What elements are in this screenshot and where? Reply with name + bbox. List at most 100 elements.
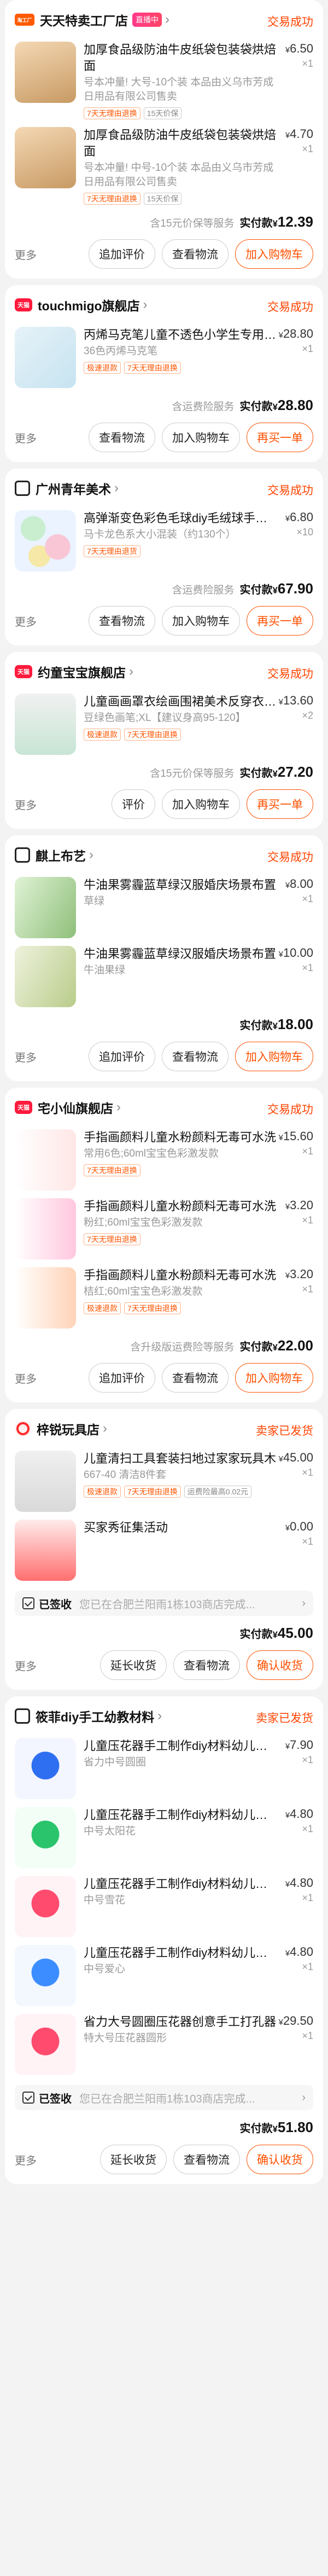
action-button[interactable]: 查看物流	[162, 1363, 229, 1393]
paid-amount: ¥28.80	[272, 397, 313, 414]
action-button[interactable]: 确认收货	[247, 2145, 313, 2174]
order-item[interactable]: 儿童画画罩衣绘画围裙美术反穿衣幼儿 豆绿色画笔;XL【建议身高95-120】 极速退…	[15, 694, 313, 755]
order-item[interactable]: 省力大号圆圈压花器创意手工打孔器 特大号压花器圆形 ¥29.50 ×1	[15, 2014, 313, 2075]
shop-header[interactable]: 天猫 宅小仙旗舰店 › 交易成功	[15, 1093, 313, 1122]
more-button[interactable]: 更多	[15, 796, 37, 812]
item-sku: 号本冲量! 中号-10个装 本品由义乌市芳成日用品有限公司售卖	[84, 162, 274, 188]
action-button[interactable]: 再买一单	[247, 789, 313, 819]
chevron-right-icon: ›	[114, 481, 119, 495]
product-image[interactable]	[15, 1807, 76, 1868]
order-item[interactable]: 加厚食品级防油牛皮纸袋包装袋烘焙面 号本冲量! 大号-10个装 本品由义乌市芳成日…	[15, 42, 313, 119]
order-item[interactable]: 买家秀征集活动 ¥0.00 ×1	[15, 1520, 313, 1581]
more-button[interactable]: 更多	[15, 430, 37, 446]
action-button[interactable]: 追加评价	[89, 1363, 155, 1393]
currency-symbol: ¥	[278, 2018, 283, 2027]
product-image[interactable]	[15, 1451, 76, 1512]
shop-header[interactable]: 淘工厂 天天特卖工厂店 直播中 › 交易成功	[15, 5, 313, 34]
product-image[interactable]	[15, 327, 76, 388]
item-sku: 省力中号圆圈	[84, 1757, 147, 1768]
order-item[interactable]: 丙烯马克笔儿童不透色小学生专用画画 36色丙烯马克笔 极速退款 7天无理由退换 ¥28.…	[15, 327, 313, 388]
shop-header[interactable]: 天猫 touchmigo旗舰店 › 交易成功	[15, 291, 313, 319]
action-button[interactable]: 确认收货	[247, 1650, 313, 1680]
more-button[interactable]: 更多	[15, 1370, 37, 1386]
product-image[interactable]	[15, 42, 76, 103]
action-button[interactable]: 加入购物车	[162, 606, 240, 636]
product-image[interactable]	[15, 1945, 76, 2006]
order-item[interactable]: 手指画颜料儿童水粉颜料无毒可水洗 常用6色;60ml宝宝色彩激发款 7天无理由退换 ¥…	[15, 1129, 313, 1191]
action-button[interactable]: 查看物流	[173, 2145, 240, 2174]
shop-header[interactable]: 广州青年美术 › 交易成功	[15, 474, 313, 503]
item-title: 丙烯马克笔儿童不透色小学生专用画画	[84, 328, 279, 342]
order-item[interactable]: 手指画颜料儿童水粉颜料无毒可水洗 粉红;60ml宝宝色彩激发款 7天无理由退换 ¥3.…	[15, 1198, 313, 1260]
product-image[interactable]	[15, 877, 76, 938]
delivery-status-bar[interactable]: 已签收 您已在合肥兰阳雨1栋103商店完成... ›	[15, 2085, 313, 2110]
action-button[interactable]: 加入购物车	[235, 1042, 313, 1071]
item-quantity: ×1	[302, 1823, 313, 1834]
more-button[interactable]: 更多	[15, 613, 37, 629]
order-item[interactable]: 手指画颜料儿童水粉颜料无毒可水洗 桔红;60ml宝宝色彩激发款 极速退款 7天无理由退…	[15, 1267, 313, 1329]
order-item[interactable]: 牛油果雾霾蓝草绿汉服婚庆场景布置 牛油果绿 ¥10.00 ×1	[15, 946, 313, 1007]
service-tag: 15天价保	[143, 193, 182, 205]
product-image[interactable]	[15, 510, 76, 571]
product-image[interactable]	[15, 1876, 76, 1937]
order-actions: 更多 延长收货 查看物流 确认收货	[15, 1650, 313, 1680]
more-button[interactable]: 更多	[15, 246, 37, 262]
currency-symbol: ¥	[285, 1949, 290, 1958]
shop-header[interactable]: 麒上布艺 › 交易成功	[15, 841, 313, 869]
price-value: 6.50	[290, 42, 313, 55]
product-image[interactable]	[15, 127, 76, 188]
paid-amount: ¥67.90	[272, 580, 313, 597]
action-button[interactable]: 加入购物车	[235, 1363, 313, 1393]
item-sku: 常用6色;60ml宝宝色彩激发款	[84, 1148, 219, 1159]
price-column: ¥13.60 ×2	[279, 694, 313, 721]
order-item[interactable]: 儿童压花器手工制作diy材料幼儿园小 省力中号圆圈 ¥7.90 ×1	[15, 1738, 313, 1799]
action-button[interactable]: 加入购物车	[162, 789, 240, 819]
item-title: 牛油果雾霾蓝草绿汉服婚庆场景布置	[84, 878, 277, 892]
order-item[interactable]: 加厚食品级防油牛皮纸袋包装袋烘焙面 号本冲量! 中号-10个装 本品由义乌市芳成日…	[15, 127, 313, 205]
product-image[interactable]	[15, 1198, 76, 1260]
product-image[interactable]	[15, 946, 76, 1007]
action-button[interactable]: 再买一单	[247, 606, 313, 636]
more-button[interactable]: 更多	[15, 1049, 37, 1065]
item-info: 儿童压花器手工制作diy材料幼儿园小 省力中号圆圈	[84, 1738, 313, 1799]
action-button[interactable]: 加入购物车	[162, 423, 240, 452]
shop-header[interactable]: 筱菲diy手工幼教材料 › 卖家已发货	[15, 1702, 313, 1730]
order-item[interactable]: 儿童压花器手工制作diy材料幼儿园小 中号雪花 ¥4.80 ×1	[15, 1876, 313, 1937]
item-quantity: ×10	[296, 527, 313, 538]
action-button[interactable]: 追加评价	[89, 239, 155, 269]
product-image[interactable]	[15, 1129, 76, 1191]
product-image[interactable]	[15, 2014, 76, 2075]
price-value: 3.20	[290, 1198, 313, 1212]
order-status: 卖家已发货	[256, 1712, 313, 1725]
action-button[interactable]: 追加评价	[89, 1042, 155, 1071]
action-button[interactable]: 延长收货	[100, 2145, 167, 2174]
action-button[interactable]: 查看物流	[162, 1042, 229, 1071]
action-button[interactable]: 评价	[112, 789, 155, 819]
action-button[interactable]: 加入购物车	[235, 239, 313, 269]
order-item[interactable]: 儿童清扫工具套装扫地过家家玩具木 667-40 清洁8件套 极速退款 7天无理由退换运…	[15, 1451, 313, 1512]
order-item[interactable]: 牛油果雾霾蓝草绿汉服婚庆场景布置 草绿 ¥8.00 ×1	[15, 877, 313, 938]
currency-symbol: ¥	[278, 950, 283, 959]
action-button[interactable]: 查看物流	[173, 1650, 240, 1680]
more-button[interactable]: 更多	[15, 2152, 37, 2168]
product-image[interactable]	[15, 694, 76, 755]
service-tag: 7天无理由退换	[124, 1486, 181, 1498]
product-image[interactable]	[15, 1520, 76, 1581]
shop-header[interactable]: 天猫 约童宝宝旗舰店 › 交易成功	[15, 657, 313, 686]
item-sku: 36色丙烯马克笔	[84, 345, 158, 357]
order-item[interactable]: 儿童压花器手工制作diy材料幼儿园小 中号太阳花 ¥4.80 ×1	[15, 1807, 313, 1868]
more-button[interactable]: 更多	[15, 1657, 37, 1673]
action-button[interactable]: 延长收货	[100, 1650, 167, 1680]
action-button[interactable]: 查看物流	[89, 606, 155, 636]
product-image[interactable]	[15, 1738, 76, 1799]
action-button[interactable]: 查看物流	[162, 239, 229, 269]
order-card: 天猫 约童宝宝旗舰店 › 交易成功儿童画画罩衣绘画围裙美术反穿衣幼儿 豆绿色画笔;XL【…	[5, 652, 323, 829]
shop-header[interactable]: 梓锐玩具店 › 卖家已发货	[15, 1414, 313, 1443]
order-item[interactable]: 高弹渐变色彩色毛球diy毛绒球手工材 马卡龙色系大小混装（约130个） 7天无理由退…	[15, 510, 313, 571]
price-column: ¥0.00 ×1	[285, 1520, 313, 1547]
delivery-status-bar[interactable]: 已签收 您已在合肥兰阳雨1栋103商店完成... ›	[15, 1591, 313, 1616]
product-image[interactable]	[15, 1267, 76, 1329]
action-button[interactable]: 查看物流	[89, 423, 155, 452]
order-item[interactable]: 儿童压花器手工制作diy材料幼儿园小 中号爱心 ¥4.80 ×1	[15, 1945, 313, 2006]
action-button[interactable]: 再买一单	[247, 423, 313, 452]
